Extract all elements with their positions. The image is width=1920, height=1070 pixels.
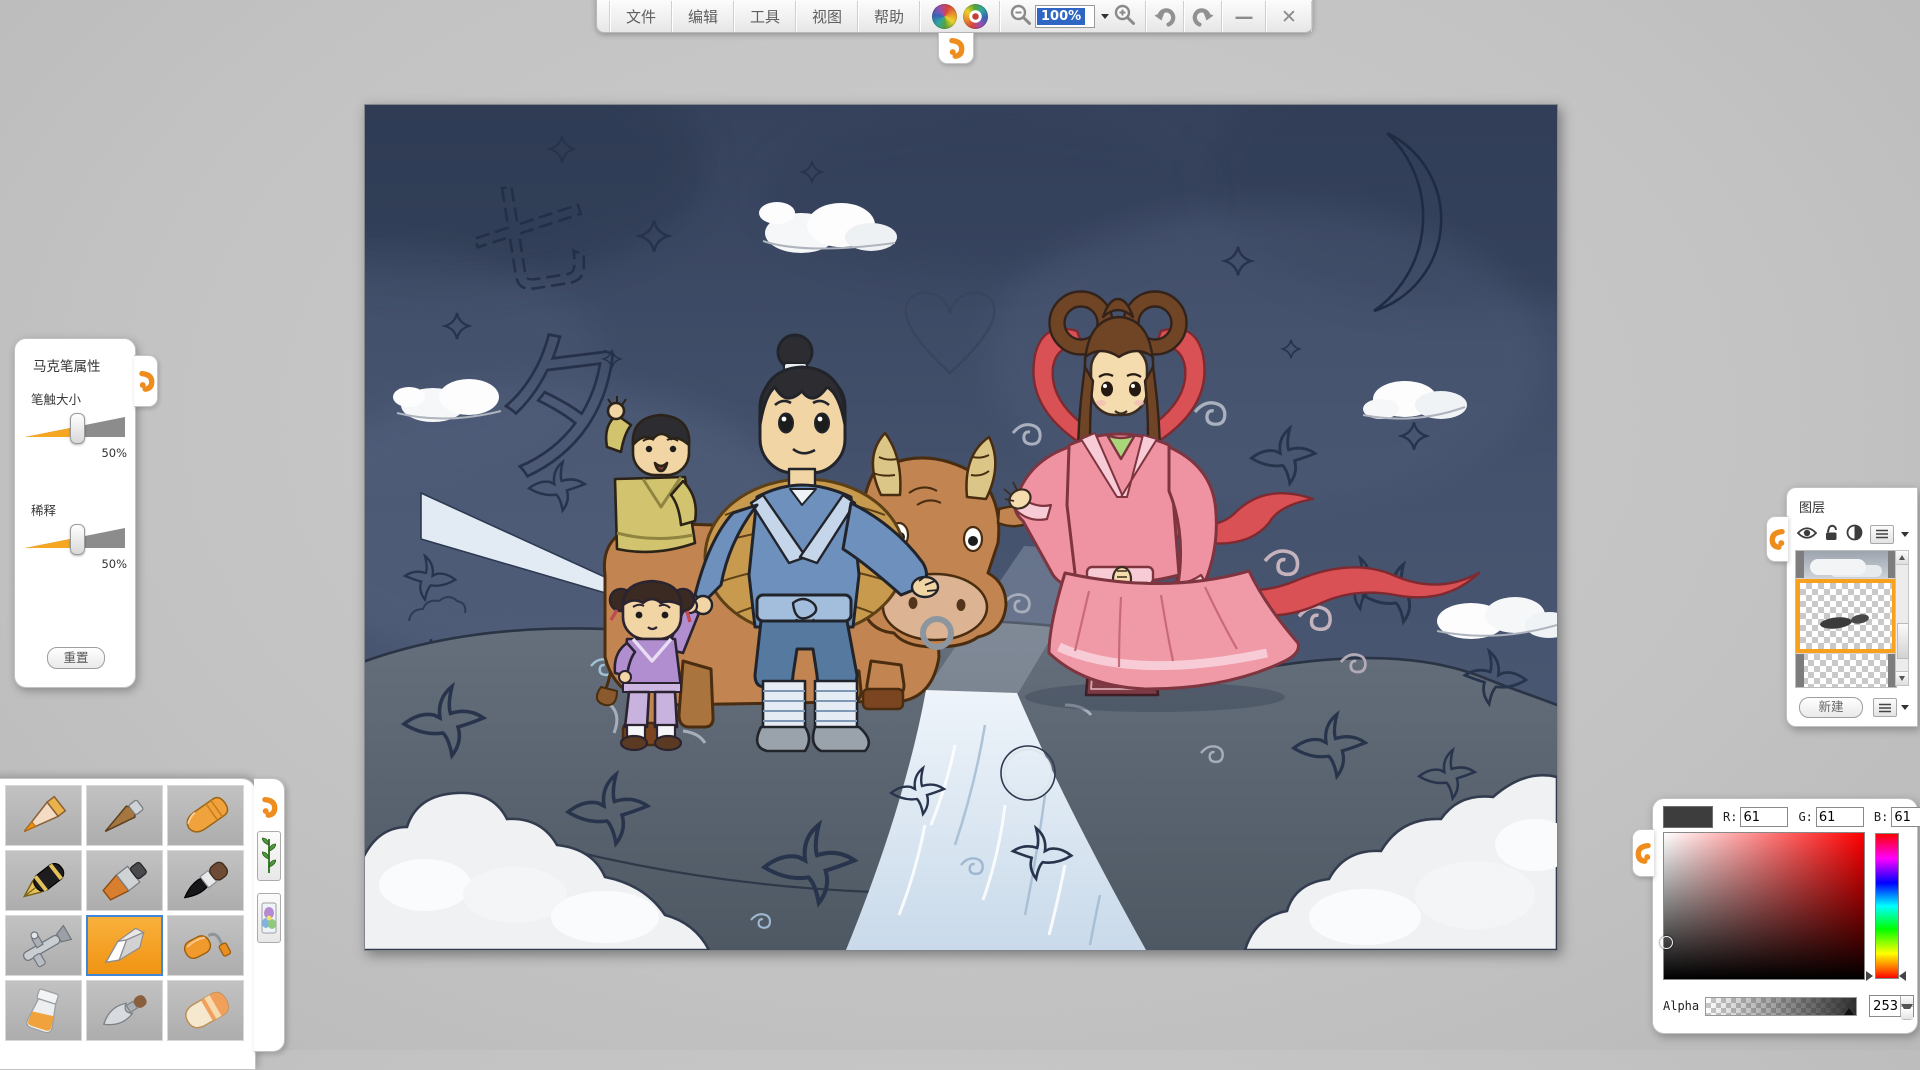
marker-panel-collapse-handle[interactable] (134, 355, 158, 407)
tool-paint-roller[interactable] (167, 915, 244, 976)
brush-size-value: 50% (101, 446, 127, 460)
hue-slider[interactable] (1875, 833, 1899, 979)
tool-palette-knife[interactable] (86, 980, 163, 1041)
dilution-slider[interactable] (23, 523, 127, 555)
green-input[interactable] (1815, 807, 1864, 827)
layers-panel-collapse-handle[interactable] (1766, 516, 1788, 562)
redo-button[interactable] (1184, 1, 1222, 32)
dilution-value: 50% (101, 557, 127, 571)
alpha-decrement-button[interactable] (1901, 1004, 1913, 1020)
scrollbar-thumb[interactable] (1897, 623, 1909, 659)
layers-panel: 图层 新建 (1766, 487, 1918, 727)
red-input[interactable] (1740, 807, 1789, 827)
tool-palette (0, 778, 256, 1070)
layer-blend-icon[interactable] (1846, 524, 1863, 545)
menu-tools[interactable]: 工具 (734, 1, 796, 32)
alpha-value-input[interactable] (1870, 996, 1900, 1016)
layer-menu-caret[interactable] (1901, 531, 1909, 537)
scroll-down-button[interactable] (1896, 671, 1908, 685)
tool-flat-brush[interactable] (86, 850, 163, 911)
close-glyph: ✕ (1281, 5, 1297, 28)
zoom-level-value: 100% (1037, 8, 1086, 25)
tool-pencil[interactable] (5, 785, 82, 846)
zoom-group: 100% (1000, 1, 1146, 32)
scroll-up-button[interactable] (1896, 551, 1908, 565)
layer-visibility-eye-icon[interactable] (1796, 525, 1818, 544)
reset-button[interactable]: 重置 (47, 647, 105, 669)
zoom-dropdown-caret[interactable] (1101, 14, 1109, 19)
blue-label: B: (1873, 810, 1889, 824)
layer-menu-button[interactable] (1870, 524, 1894, 544)
mode-icons-group (920, 1, 1000, 32)
rainbow-palette-icon[interactable] (932, 4, 957, 29)
plant-brush-tab[interactable] (257, 831, 281, 881)
marker-panel-title: 马克笔属性 (33, 359, 101, 375)
brush-size-label: 笔触大小 (31, 392, 82, 407)
canvas-illustration: 七 夕 (365, 105, 1557, 950)
main-toolbar: 文件 编辑 工具 视图 帮助 100% — ✕ (596, 0, 1313, 33)
stamp-tab[interactable] (257, 893, 281, 943)
tool-wood-pen[interactable] (86, 785, 163, 846)
layers-panel-title: 图层 (1799, 501, 1826, 516)
layers-options-caret[interactable] (1901, 705, 1909, 710)
color-picker-collapse-handle[interactable] (1632, 829, 1654, 877)
toolbar-collapse-handle[interactable] (938, 33, 974, 64)
current-color-swatch[interactable] (1663, 806, 1713, 828)
palette-collapse-handle[interactable] (260, 795, 278, 819)
layers-options-button[interactable] (1873, 698, 1897, 717)
brush-size-slider-knob[interactable] (70, 413, 85, 444)
layer-list-scrollbar[interactable] (1895, 550, 1909, 686)
sv-cursor[interactable] (1660, 936, 1673, 949)
tool-ink-brush[interactable] (167, 850, 244, 911)
new-layer-button[interactable]: 新建 (1799, 697, 1863, 718)
layer-item-selected[interactable] (1796, 579, 1896, 653)
marker-properties-panel: 马克笔属性 笔触大小 50% 稀释 50% 重置 (14, 338, 158, 688)
layer-unlock-icon[interactable] (1824, 524, 1839, 545)
dilution-slider-knob[interactable] (70, 524, 85, 555)
tool-palette-side-strip (254, 778, 285, 1052)
app-window: { "app": { "background_color": "#c6c6c6"… (0, 0, 1920, 1070)
sketch-char-qi: 七 (460, 165, 600, 321)
close-button[interactable]: ✕ (1266, 1, 1312, 32)
blue-input[interactable] (1891, 807, 1920, 827)
red-label: R: (1723, 810, 1738, 824)
minimize-button[interactable]: — (1222, 1, 1266, 32)
alpha-label: Alpha (1663, 999, 1700, 1013)
layer-list (1795, 550, 1897, 688)
rainbow-swirl-icon[interactable] (963, 4, 988, 29)
tool-marker[interactable] (86, 915, 163, 976)
zoom-level-field[interactable]: 100% (1035, 5, 1095, 28)
layer-item-above[interactable] (1796, 551, 1896, 578)
brush-size-slider[interactable] (23, 412, 127, 444)
undo-button[interactable] (1146, 1, 1184, 32)
hue-marker-right[interactable] (1899, 971, 1906, 981)
tool-crayon[interactable] (167, 785, 244, 846)
toolbar-grip[interactable] (597, 1, 610, 32)
tool-eraser[interactable] (167, 980, 244, 1041)
menu-help[interactable]: 帮助 (858, 1, 920, 32)
hue-marker-left[interactable] (1866, 971, 1873, 981)
menu-edit[interactable]: 编辑 (672, 1, 734, 32)
green-label: G: (1798, 810, 1813, 824)
tool-airbrush[interactable] (5, 915, 82, 976)
alpha-slider[interactable] (1705, 996, 1857, 1016)
dilution-label: 稀释 (31, 503, 57, 518)
zoom-in-icon[interactable] (1113, 3, 1137, 31)
menu-file[interactable]: 文件 (610, 1, 672, 32)
minimize-glyph: — (1234, 5, 1254, 28)
drawing-canvas[interactable]: 七 夕 (364, 104, 1558, 951)
tool-fountain-pen[interactable] (5, 850, 82, 911)
saturation-value-field[interactable] (1660, 832, 1865, 980)
zoom-out-icon[interactable] (1009, 3, 1033, 31)
alpha-marker[interactable] (1844, 1007, 1854, 1015)
menu-view[interactable]: 视图 (796, 1, 858, 32)
layer-item-below[interactable] (1796, 654, 1896, 687)
tool-ink-bottle[interactable] (5, 980, 82, 1041)
color-picker-panel: R: G: B: Alpha (1632, 798, 1920, 1034)
